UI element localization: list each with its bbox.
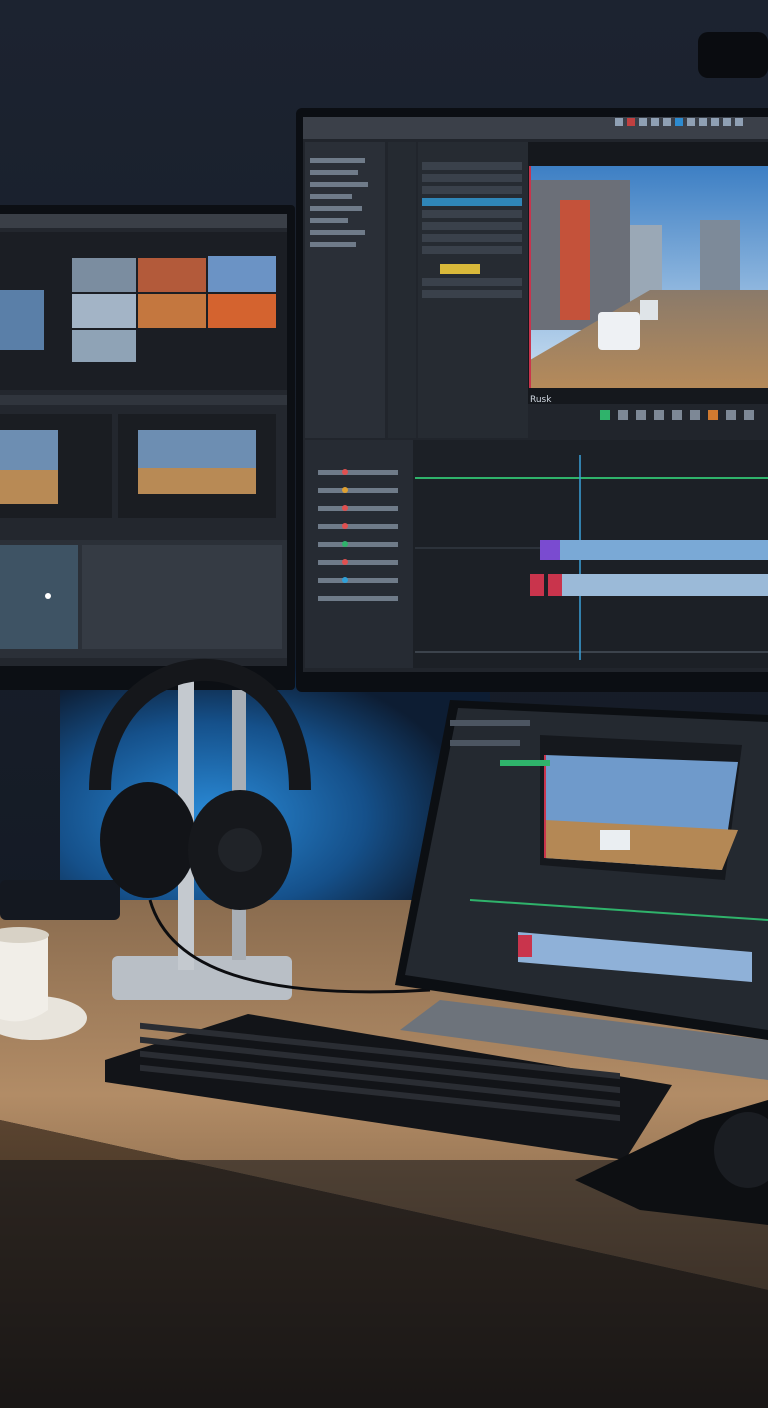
- webcam: [698, 32, 768, 78]
- desk-scene: Rusk: [0, 0, 768, 1408]
- left-monitor-stand: [0, 880, 120, 920]
- scene-svg: Rusk: [0, 0, 768, 1408]
- left-monitor: [0, 205, 295, 690]
- main-monitor: Rusk: [296, 108, 768, 692]
- viewer-label: Rusk: [530, 395, 552, 405]
- laptop: [395, 700, 768, 1080]
- toolbar-icons: [615, 118, 743, 126]
- viewer-image: [529, 166, 768, 388]
- transport-bar: [600, 410, 754, 420]
